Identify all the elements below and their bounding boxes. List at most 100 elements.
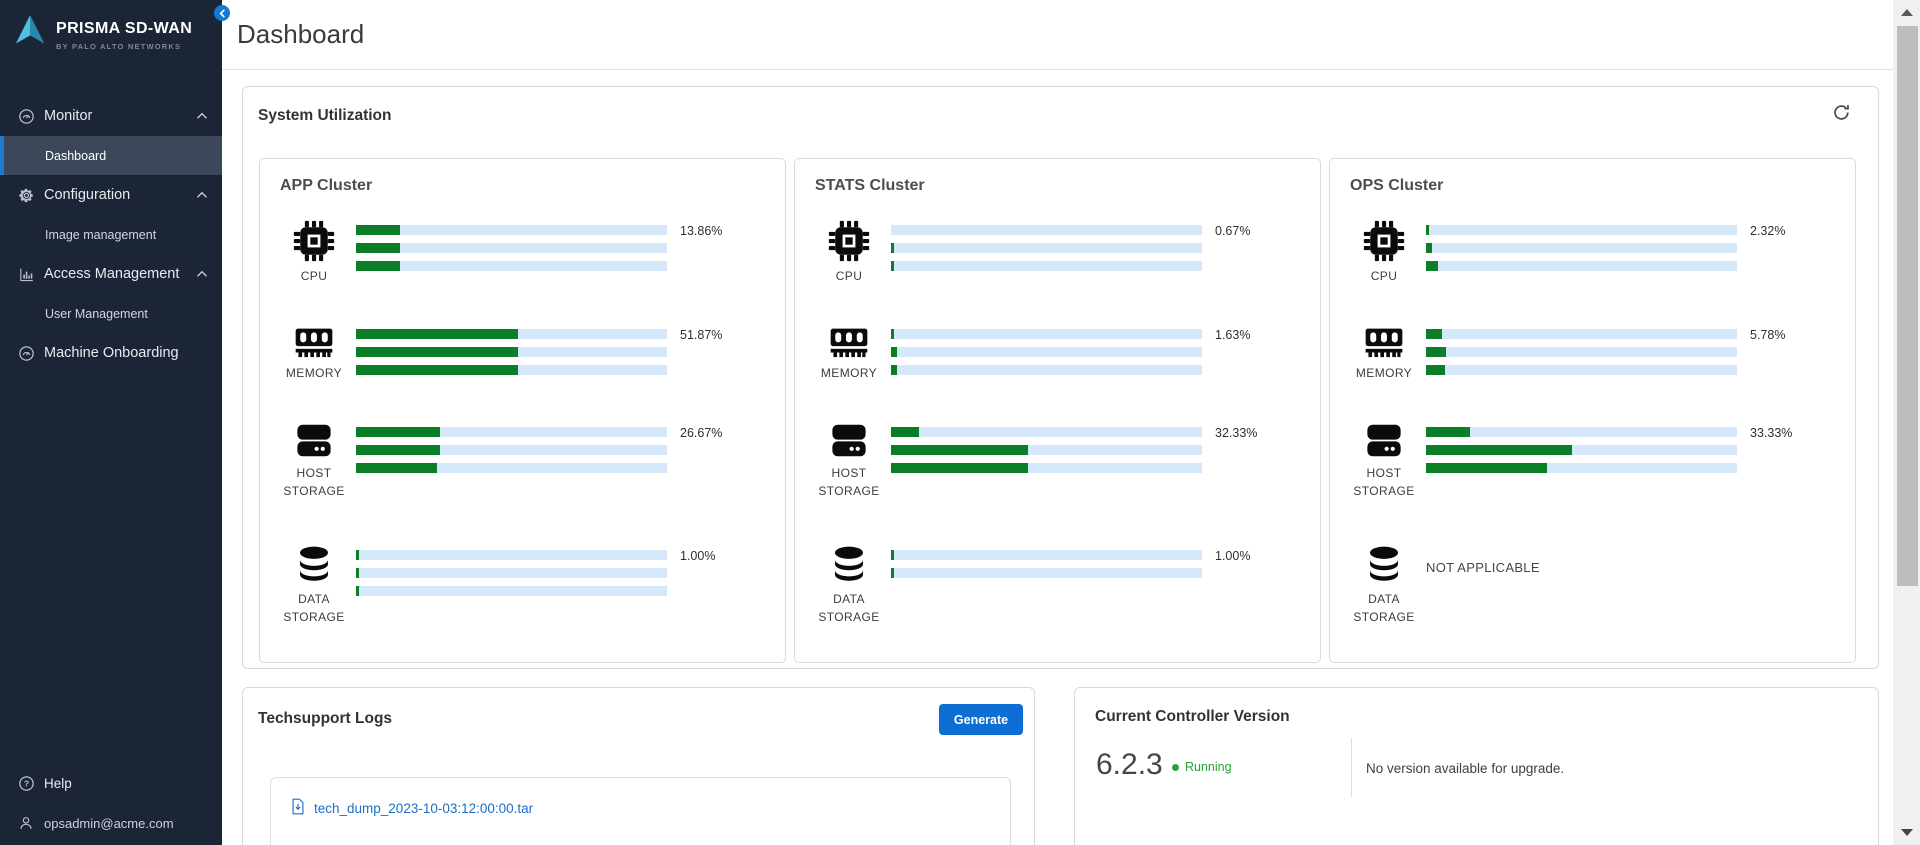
- host-storage-icon: [1363, 421, 1405, 460]
- controller-version-title: Current Controller Version: [1095, 708, 1290, 726]
- utilization-bar: [891, 568, 1202, 578]
- sidebar-item-label: Machine Onboarding: [44, 345, 179, 361]
- controller-version-panel: Current Controller Version 6.2.3 Running…: [1074, 687, 1879, 845]
- utilization-bar: [356, 243, 667, 253]
- metric-percentage: 1.00%: [1215, 544, 1250, 563]
- utilization-bar: [1426, 445, 1737, 455]
- refresh-button[interactable]: [1831, 102, 1852, 126]
- host-storage-icon: [293, 421, 335, 460]
- metric-icon-column: DATA STORAGE: [276, 544, 352, 626]
- utilization-bar-fill: [356, 445, 440, 455]
- metric-percentage: 51.87%: [680, 323, 722, 342]
- utilization-bar-fill: [356, 568, 359, 578]
- scrollbar-thumb[interactable]: [1897, 26, 1918, 586]
- metric-percentage: 33.33%: [1750, 421, 1792, 440]
- metric-label: CPU: [1371, 267, 1398, 285]
- sidebar-item-machine-onboarding[interactable]: Machine Onboarding: [0, 333, 222, 373]
- utilization-bar: [1426, 427, 1737, 437]
- cluster-card-stats-cluster: STATS ClusterCPU0.67%MEMORY1.63%HOST STO…: [794, 158, 1321, 663]
- utilization-bar: [891, 445, 1202, 455]
- sidebar-item-image-management[interactable]: Image management: [0, 215, 222, 254]
- utilization-bar-fill: [356, 329, 518, 339]
- sidebar-item-user-management[interactable]: User Management: [0, 294, 222, 333]
- utilization-bar-fill: [356, 243, 400, 253]
- metric-row-host-storage: HOST STORAGE33.33%: [1346, 421, 1855, 500]
- sidebar-nav: Monitor DashboardConfigurationImage manag…: [0, 96, 222, 373]
- status-dot-icon: [1172, 764, 1179, 771]
- sidebar-item-label: opsadmin@acme.com: [44, 816, 174, 831]
- utilization-bar-fill: [891, 329, 894, 339]
- metric-icon-column: MEMORY: [276, 323, 352, 382]
- chevron-up-icon[interactable]: [196, 270, 208, 278]
- controller-status-label: Running: [1185, 760, 1232, 774]
- utilization-bar: [891, 427, 1202, 437]
- log-file-name: tech_dump_2023-10-03:12:00:00.tar: [314, 801, 533, 816]
- logo: PRISMA SD-WAN BY PALO ALTO NETWORKS: [0, 0, 222, 62]
- cluster-title: STATS Cluster: [815, 177, 1320, 195]
- metric-percentage: 2.32%: [1750, 219, 1785, 238]
- gear-icon: [17, 187, 35, 204]
- metric-bars: [891, 219, 1202, 279]
- sidebar-footer: ?Help opsadmin@acme.com: [0, 763, 222, 843]
- metric-label: MEMORY: [821, 364, 877, 382]
- utilization-bar: [891, 329, 1202, 339]
- utilization-bar-fill: [891, 427, 919, 437]
- utilization-bar: [356, 586, 667, 596]
- sidebar-collapse-button[interactable]: [214, 5, 230, 21]
- generate-button[interactable]: Generate: [939, 704, 1023, 735]
- metric-label: MEMORY: [286, 364, 342, 382]
- metric-label: DATA STORAGE: [1346, 590, 1422, 626]
- utilization-bar-fill: [356, 586, 359, 596]
- sidebar-item-label: Monitor: [44, 108, 92, 124]
- utilization-bar-fill: [1426, 243, 1432, 253]
- chevron-up-icon[interactable]: [196, 191, 208, 199]
- utilization-bar: [1426, 347, 1737, 357]
- sidebar-item-help[interactable]: ?Help: [0, 763, 222, 803]
- metric-label: DATA STORAGE: [276, 590, 352, 626]
- metric-row-cpu: CPU13.86%: [276, 219, 785, 285]
- metric-row-cpu: CPU 2.32%: [1346, 219, 1855, 285]
- metric-row-data-storage: DATA STORAGE 1.00%: [811, 544, 1320, 626]
- utilization-bar-fill: [891, 365, 897, 375]
- sidebar-item-monitor[interactable]: Monitor: [0, 96, 222, 136]
- utilization-bar-fill: [891, 347, 897, 357]
- utilization-bar-fill: [356, 550, 359, 560]
- cluster-title: OPS Cluster: [1350, 177, 1855, 195]
- metric-icon-column: CPU: [1346, 219, 1422, 285]
- utilization-bar: [1426, 329, 1737, 339]
- metric-label: DATA STORAGE: [811, 590, 887, 626]
- utilization-bar: [356, 463, 667, 473]
- vertical-scrollbar[interactable]: [1893, 0, 1920, 845]
- sidebar-item-access-management[interactable]: Access Management: [0, 254, 222, 294]
- chevron-up-icon[interactable]: [196, 112, 208, 120]
- sidebar-item-dashboard[interactable]: Dashboard: [0, 136, 222, 175]
- utilization-bar: [891, 550, 1202, 560]
- app-root: PRISMA SD-WAN BY PALO ALTO NETWORKS Moni…: [0, 0, 1920, 845]
- scroll-down-arrow-icon[interactable]: [1901, 829, 1913, 836]
- sidebar-item-label: Access Management: [44, 266, 179, 282]
- metric-percentage: 26.67%: [680, 421, 722, 440]
- metric-bars: [356, 219, 667, 279]
- utilization-bar-fill: [1426, 347, 1446, 357]
- utilization-bar-fill: [356, 347, 518, 357]
- metric-bars: [356, 544, 667, 604]
- metric-percentage: 0.67%: [1215, 219, 1250, 238]
- scroll-up-arrow-icon[interactable]: [1901, 9, 1913, 16]
- metric-label: HOST STORAGE: [276, 464, 352, 500]
- metric-percentage: 1.63%: [1215, 323, 1250, 342]
- metric-icon-column: CPU: [811, 219, 887, 285]
- utilization-bar: [891, 347, 1202, 357]
- utilization-bar-fill: [356, 463, 437, 473]
- utilization-bar-fill: [356, 365, 518, 375]
- sidebar-item-opsadmin-acme-com[interactable]: opsadmin@acme.com: [0, 803, 222, 843]
- utilization-bar-fill: [891, 568, 894, 578]
- sidebar-item-configuration[interactable]: Configuration: [0, 175, 222, 215]
- cluster-row: APP ClusterCPU13.86%MEMORY51.87%HOST STO…: [259, 158, 1856, 663]
- utilization-bar-fill: [1426, 445, 1572, 455]
- log-file-link[interactable]: tech_dump_2023-10-03:12:00:00.tar: [271, 778, 1010, 818]
- metric-percentage: 5.78%: [1750, 323, 1785, 342]
- metric-row-cpu: CPU 0.67%: [811, 219, 1320, 285]
- utilization-bar: [891, 225, 1202, 235]
- utilization-bar: [356, 329, 667, 339]
- cluster-card-app-cluster: APP ClusterCPU13.86%MEMORY51.87%HOST STO…: [259, 158, 786, 663]
